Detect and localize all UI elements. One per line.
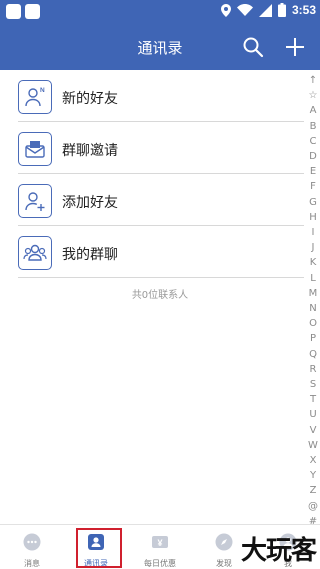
list-item-my-groups[interactable]: 我的群聊 [0,226,312,278]
battery-icon [277,3,286,17]
alphabet-index-bar[interactable]: ↑ ☆ A B C D E F G H I J K L M N O P Q R S T U V W X Y Z @ # [307,73,319,529]
index-letter[interactable]: S [310,377,316,392]
index-letter[interactable]: J [312,240,315,255]
signal-icon [258,3,272,17]
index-letter[interactable]: Y [310,468,316,483]
add-friend-icon [18,184,52,218]
index-letter[interactable]: ↑ [309,73,317,88]
index-letter[interactable]: C [310,134,317,149]
list-item-new-friends[interactable]: N 新的好友 [0,70,312,122]
watermark-logo: 大玩客 [240,536,317,566]
tab-label: 消息 [24,559,40,568]
divider [18,277,304,278]
index-letter[interactable]: B [310,119,317,134]
list-item-label: 添加好友 [62,195,118,211]
index-letter[interactable]: O [309,316,317,331]
index-letter[interactable]: F [310,179,316,194]
list-item-label: 群聊邀请 [62,143,118,159]
status-time: 3:53 [291,3,316,17]
index-letter[interactable]: Z [310,483,317,498]
my-groups-icon [18,236,52,270]
chat-bubble-icon [23,533,41,551]
index-letter[interactable]: E [310,164,316,179]
index-letter[interactable]: @ [308,499,318,514]
search-icon[interactable] [242,36,264,58]
wifi-icon [236,4,253,16]
index-letter[interactable]: K [310,255,317,270]
index-letter[interactable]: Q [309,347,317,362]
page-title: 通讯录 [137,39,183,57]
tab-messages[interactable]: 消息 [0,525,64,569]
index-letter[interactable]: M [309,286,318,301]
group-invite-icon [18,132,52,166]
notification-icons [6,4,40,19]
index-letter[interactable]: L [310,271,316,286]
index-letter[interactable]: H [309,210,317,225]
location-icon [220,3,231,17]
index-letter[interactable]: R [310,362,317,377]
index-letter[interactable]: P [310,331,316,346]
svg-text:¥: ¥ [157,538,162,548]
list-item-group-invites[interactable]: 群聊邀请 [0,122,312,174]
index-letter[interactable]: A [310,103,317,118]
index-letter[interactable]: U [309,407,316,422]
svg-text:N: N [40,87,45,94]
list-item-add-friend[interactable]: 添加好友 [0,174,312,226]
yen-coupon-icon: ¥ [152,536,168,548]
index-letter[interactable]: N [309,301,316,316]
index-letter[interactable]: V [310,423,317,438]
contact-count: 共0位联系人 [131,290,189,301]
index-letter[interactable]: T [310,392,316,407]
index-letter[interactable]: ☆ [309,88,318,103]
header-bar: 通讯录 [0,24,320,70]
notification-icon [25,4,40,19]
discover-icon [215,533,233,551]
index-letter[interactable]: I [312,225,315,240]
add-icon[interactable] [284,36,306,58]
list-item-label: 新的好友 [62,91,118,107]
index-letter[interactable]: X [310,453,317,468]
index-letter[interactable]: D [309,149,317,164]
status-bar: 3:53 [0,0,320,24]
tab-label: 每日优惠 [144,559,176,568]
new-friend-icon: N [18,80,52,114]
notification-icon [6,4,21,19]
index-letter[interactable]: G [309,195,317,210]
active-tab-highlight [76,528,122,568]
list-item-label: 我的群聊 [62,247,118,263]
index-letter[interactable]: W [308,438,318,453]
contacts-entry-list: N 新的好友 群聊邀请 添加好友 我的群聊 [0,70,312,278]
tab-daily-deals[interactable]: ¥ 每日优惠 [128,525,192,569]
